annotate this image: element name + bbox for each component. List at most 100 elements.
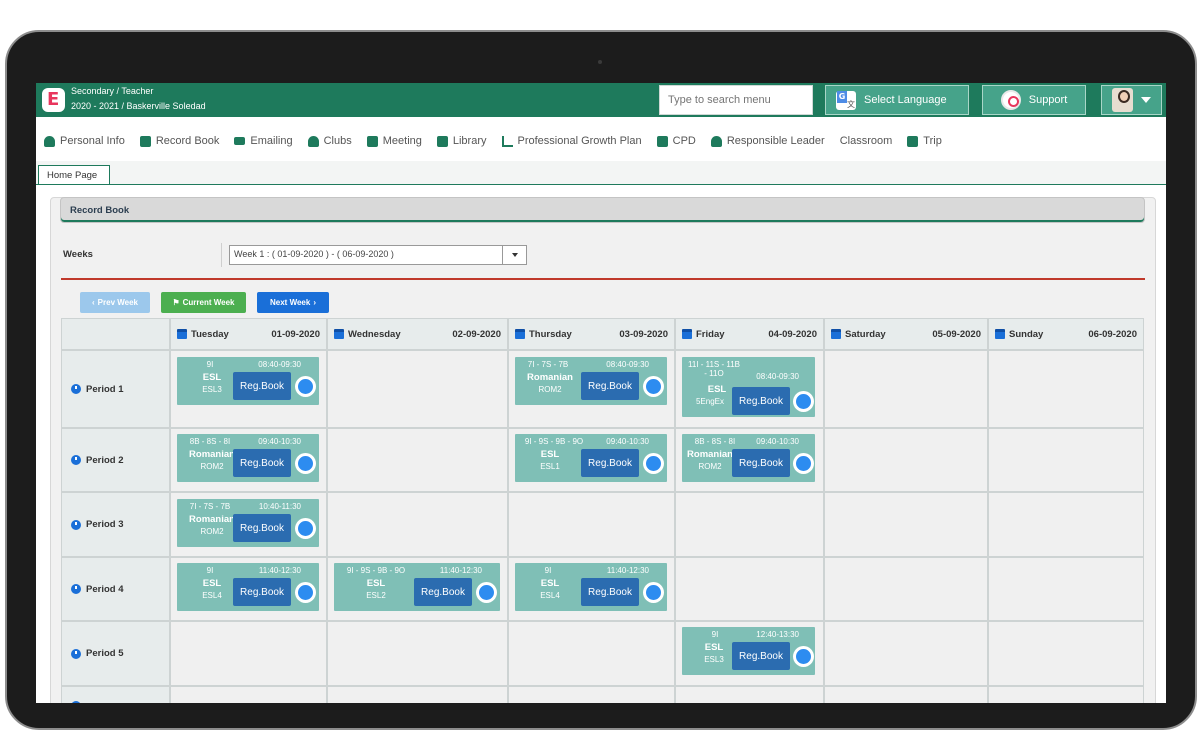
leader-icon [710,135,722,147]
nav-trip[interactable]: Trip [907,135,942,147]
lesson-time: 08:40-09:30 [606,360,649,369]
video-call-icon[interactable] [295,376,316,397]
video-call-icon[interactable] [793,391,814,412]
prev-week-button[interactable]: ‹ Prev Week [80,292,150,313]
cell [675,492,824,557]
lesson-group: 7I - 7S - 7B [189,502,231,511]
lesson-card[interactable]: 11I - 11S - 11B - 11O 08:40-09:30 ESL 5E… [682,357,815,417]
chevron-down-icon [1141,97,1151,103]
academic-year-user: 2020 - 2021 / Baskerville Soledad [71,101,206,111]
video-call-icon[interactable] [476,582,497,603]
support-button[interactable]: Support [982,85,1086,115]
calendar-icon [334,329,344,339]
cell [170,686,327,703]
lesson-card[interactable]: 9I 12:40-13:30 ESL ESL3 Reg.Book [682,627,815,675]
cell [824,621,988,686]
chess-icon [307,135,319,147]
nav-meeting[interactable]: Meeting [366,135,422,147]
nav-label: Personal Info [60,135,125,147]
next-week-button[interactable]: Next Week › [257,292,329,313]
cell [508,621,675,686]
lesson-room: 5EngEx [695,397,725,406]
day-name: Tuesday [191,328,229,340]
tab-strip [36,161,1166,185]
lesson-card[interactable]: 8B - 8S - 8I 09:40-10:30 Romanian ROM2 R… [682,434,815,482]
reg-book-button[interactable]: Reg.Book [732,449,790,477]
period-label-6 [61,686,170,703]
bus-icon [907,135,919,147]
lesson-room: ESL1 [540,462,560,471]
lesson-card[interactable]: 8B - 8S - 8I 09:40-10:30 Romanian ROM2 R… [177,434,319,482]
reg-book-button[interactable]: Reg.Book [233,449,291,477]
reg-book-button[interactable]: Reg.Book [732,387,790,415]
lesson-card[interactable]: 9I 08:40-09:30 ESL ESL3 Reg.Book [177,357,319,405]
video-call-icon[interactable] [295,518,316,539]
nav-clubs[interactable]: Clubs [307,135,352,147]
tab-underline [36,184,1166,185]
lesson-time: 11:40-12:30 [258,566,301,575]
lesson-card[interactable]: 9I - 9S - 9B - 9O 09:40-10:30 ESL ESL1 R… [515,434,667,482]
current-week-button[interactable]: ⚑ Current Week [161,292,246,313]
lesson-card[interactable]: 9I - 9S - 9B - 9O 11:40-12:30 ESL ESL2 R… [334,563,500,611]
nav-personal-info[interactable]: Personal Info [44,135,125,147]
nav-cpd[interactable]: CPD [656,135,696,147]
reg-book-button[interactable]: Reg.Book [233,372,291,400]
video-call-icon[interactable] [643,453,664,474]
lesson-card[interactable]: 7I - 7S - 7B 08:40-09:30 Romanian ROM2 R… [515,357,667,405]
menu-search-input[interactable] [659,85,813,115]
video-call-icon[interactable] [643,376,664,397]
tab-home-page[interactable]: Home Page [38,165,110,185]
reg-book-button[interactable]: Reg.Book [581,449,639,477]
video-call-icon[interactable] [295,453,316,474]
video-call-icon[interactable] [793,646,814,667]
reg-book-button[interactable]: Reg.Book [732,642,790,670]
weeks-label: Weeks [63,249,93,260]
period-label-5: Period 5 [61,621,170,686]
app-logo[interactable]: E [42,88,65,112]
calendar-icon [515,329,525,339]
user-role: Secondary / Teacher [71,86,154,96]
nav-emailing[interactable]: Emailing [234,135,293,147]
reg-book-button[interactable]: Reg.Book [414,578,472,606]
nav-professional-growth-plan[interactable]: Professional Growth Plan [501,135,642,147]
user-menu-button[interactable] [1101,85,1162,115]
clock-icon [71,648,81,659]
day-name: Saturday [845,328,886,340]
period-name: Period 3 [86,519,124,530]
flag-icon: ⚑ [172,298,180,307]
lesson-room: ESL2 [366,591,386,600]
nav-library[interactable]: Library [436,135,487,147]
nav-label: Clubs [323,135,352,147]
period-name: Period 1 [86,383,124,395]
nav-classroom[interactable]: Classroom [72,135,893,221]
nav-record-book[interactable]: Record Book [139,135,219,147]
video-call-icon[interactable] [295,582,316,603]
line-chart-icon [501,135,513,147]
lesson-card[interactable]: 9I 11:40-12:30 ESL ESL4 Reg.Book [515,563,667,611]
day-header-thursday: Thursday 03-09-2020 [508,318,675,350]
reg-book-button[interactable]: Reg.Book [233,514,291,542]
logo-letter: E [47,89,60,110]
nav-label: Classroom [839,135,893,147]
cell [988,686,1144,703]
day-name: Sunday [1009,328,1044,340]
video-call-icon[interactable] [643,582,664,603]
lesson-card[interactable]: 7I - 7S - 7B 10:40-11:30 Romanian ROM2 R… [177,499,319,547]
lesson-subject: ESL [540,449,560,460]
chevron-left-icon: ‹ [92,298,95,307]
top-header: E Secondary / Teacher 2020 - 2021 / Bask… [36,83,1166,117]
reg-book-button[interactable]: Reg.Book [233,578,291,606]
period-name: Period 5 [86,648,124,659]
select-language-button[interactable]: Select Language [825,85,969,115]
video-call-icon[interactable] [793,453,814,474]
lesson-card[interactable]: 9I 11:40-12:30 ESL ESL4 Reg.Book [177,563,319,611]
envelope-icon [234,137,246,145]
chevron-down-icon[interactable] [502,246,526,264]
weeks-select[interactable]: Week 1 : ( 01-09-2020 ) - ( 06-09-2020 ) [229,245,527,265]
cell [327,686,508,703]
reg-book-button[interactable]: Reg.Book [581,372,639,400]
reg-book-button[interactable]: Reg.Book [581,578,639,606]
lesson-time: 08:40-09:30 [258,360,301,369]
lesson-room: ROM2 [538,385,562,394]
nav-responsible-leader[interactable]: Responsible Leader [710,135,825,147]
